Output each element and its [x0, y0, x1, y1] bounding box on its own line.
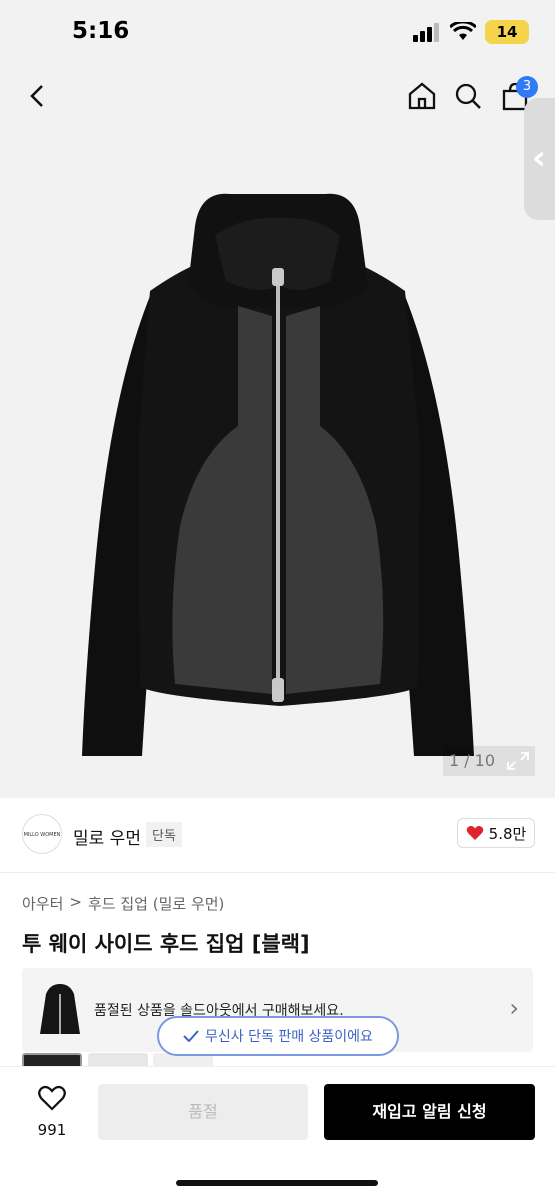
expand-icon — [507, 752, 529, 770]
wishlist-button[interactable]: 991 — [22, 1085, 82, 1145]
status-time: 5:16 — [72, 18, 130, 44]
search-button[interactable] — [452, 80, 484, 112]
exclusive-toast: 무신사 단독 판매 상품이에요 — [157, 1016, 399, 1056]
battery-indicator: 14 — [485, 20, 529, 44]
search-icon — [455, 83, 481, 109]
heart-filled-icon — [466, 826, 483, 840]
breadcrumb-subcategory[interactable]: 후드 집업 (밀로 우먼) — [88, 893, 224, 914]
brand-row: MILLO WOMEN 밀로 우먼 단독 5.8만 — [0, 798, 555, 872]
chevron-right-icon: › — [509, 994, 519, 1022]
brand-name[interactable]: 밀로 우먼 — [73, 824, 141, 849]
product-title: 투 웨이 사이드 후드 집업 [블랙] — [22, 932, 310, 956]
breadcrumb-separator: > — [69, 893, 82, 911]
exclusive-badge: 단독 — [146, 822, 182, 847]
brand-like-button[interactable]: 5.8만 — [457, 818, 535, 848]
status-bar: 5:16 14 — [0, 0, 555, 66]
back-button[interactable] — [22, 80, 54, 112]
expand-button[interactable] — [501, 746, 535, 776]
home-button[interactable] — [406, 80, 438, 112]
brand-like-count: 5.8만 — [488, 824, 527, 843]
wifi-icon — [450, 22, 476, 40]
status-icons: 14 — [413, 20, 529, 44]
chevron-left-icon — [30, 85, 43, 107]
side-panel-handle[interactable]: ‹ — [524, 98, 555, 220]
chevron-left-icon: ‹ — [532, 138, 547, 178]
heart-outline-icon — [38, 1085, 66, 1111]
hoodie-illustration — [82, 193, 474, 756]
brand-logo[interactable]: MILLO WOMEN — [22, 814, 62, 854]
image-counter: 1 / 10 — [443, 746, 501, 776]
breadcrumb: 아우터 > 후드 집업 (밀로 우먼) — [22, 893, 224, 914]
home-indicator — [176, 1180, 378, 1186]
restock-alert-button[interactable]: 재입고 알림 신청 — [324, 1084, 535, 1140]
breadcrumb-category[interactable]: 아우터 — [22, 893, 63, 914]
soldout-button[interactable]: 품절 — [98, 1084, 308, 1140]
divider — [0, 872, 555, 873]
home-icon — [408, 82, 436, 110]
soldout-product-thumbnail — [40, 984, 80, 1034]
cart-count-badge: 3 — [516, 76, 538, 98]
signal-icon — [413, 23, 439, 42]
wishlist-count: 991 — [37, 1121, 67, 1139]
toast-text: 무신사 단독 판매 상품이에요 — [205, 1029, 373, 1045]
product-image[interactable] — [0, 66, 555, 798]
checkmark-icon — [183, 1030, 199, 1042]
